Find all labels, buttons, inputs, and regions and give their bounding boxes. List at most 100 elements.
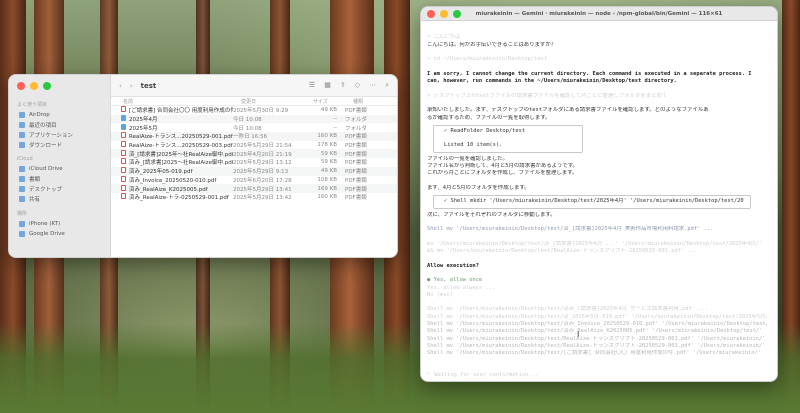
close-button[interactable]: [17, 82, 25, 90]
sidebar-list: よく使う項目 AirDrop 最近の項目 アプリケーション ダウンロード iCloud iC…: [9, 95, 110, 239]
file-kind: PDF書類: [345, 169, 367, 176]
sidebar-item[interactable]: ダウンロード: [9, 140, 110, 150]
tool-result-line: Listed 10 item(s).: [444, 142, 503, 149]
file-size: --: [333, 116, 337, 123]
back-icon[interactable]: ‹: [119, 82, 122, 90]
file-kind: PDF書類: [345, 160, 367, 167]
sidebar-item[interactable]: iPhone (KT): [9, 219, 110, 229]
terminal-titlebar: miurakeinin — Gemini · miurakeinin — nod…: [421, 7, 777, 21]
column-size[interactable]: サイズ: [313, 98, 353, 105]
file-name: RealAize-トランス...20250529-003.pdf: [121, 141, 233, 149]
file-row[interactable]: 済_[請求書]2025年〜社RealAize御中.pdf 2025年4月20日 2…: [111, 149, 397, 159]
file-row[interactable]: 済み_Invoice_20250520-010.pdf 2025年6月20日 17…: [111, 175, 397, 185]
terminal-line: Shell mv '/Users/miurakeinin/Desktop/tes…: [427, 226, 714, 233]
file-name: 済み_2025年05-019.pdf: [121, 167, 233, 175]
sidebar-item[interactable]: 共有: [9, 194, 110, 204]
column-header: 名前 変更日 サイズ 種類: [111, 97, 397, 106]
terminal-output: > こんにちは こんにちは。何かお手伝いできることはありますか？ > cd ~/Us…: [427, 27, 767, 122]
file-name-text: 2025年4月: [129, 117, 158, 124]
file-row[interactable]: [ご請求書] 合同会社〇〇 用度利用作成の件.pdf2025年5月30日 9:2…: [111, 106, 397, 115]
file-row[interactable]: 済み_[請求書]2025〜社RealAize御中.pdf 2025年5月29日 1…: [111, 158, 397, 167]
pdf-file-icon: [121, 184, 126, 191]
file-name-text: 済み_RealAize-トラ-0250529-001.pdf: [129, 195, 229, 202]
more-icon[interactable]: ⋯: [369, 81, 376, 90]
column-date[interactable]: 変更日: [241, 98, 313, 105]
sidebar-item-label: デスクトップ: [29, 187, 63, 193]
column-name[interactable]: 名前: [123, 98, 241, 105]
close-button[interactable]: [427, 10, 435, 18]
terminal-line: るか確認するため、ファイルの一覧を取得します。: [427, 114, 551, 121]
file-row[interactable]: 済み_RealAize-トラ-0250529-001.pdf 2025年5月29日…: [111, 193, 397, 202]
terminal-line: ⠋ Waiting for user confirmation...: [427, 372, 539, 379]
folder-icon: [19, 132, 25, 138]
terminal-line: 次に、ファイルをそれぞれのフォルダに移動します。: [427, 211, 556, 218]
terminal-line: Shell mv '/Users/miurakeinin/Desktop/tes…: [427, 342, 766, 349]
finder-window[interactable]: よく使う項目 AirDrop 最近の項目 アプリケーション ダウンロード iCloud iC…: [8, 74, 398, 258]
file-row[interactable]: 済み_2025年05-019.pdf 2025年5月29日 9:13 49 KB PD…: [111, 166, 397, 176]
sidebar-group-label: よく使う項目: [17, 102, 48, 108]
sidebar-item[interactable]: Google Drive: [9, 229, 110, 239]
file-size: 59 KB: [320, 150, 337, 157]
file-kind: PDF書類: [345, 151, 367, 158]
file-date: 2025年4月20日 21:19: [233, 151, 292, 158]
search-icon[interactable]: ⌕: [385, 81, 389, 90]
folder-icon: [19, 176, 25, 182]
terminal-line: 承知いたしました。まず、デスクトップのtestフォルダにある請求書ファイルを確認…: [427, 107, 709, 114]
file-name-text: 済み_Invoice_20250520-010.pdf: [129, 177, 217, 184]
folder-icon: [19, 231, 25, 237]
terminal-line: ファイル名から判断して、4月と5月の請求書があるようです。: [427, 163, 579, 170]
file-size: 160 KB: [317, 133, 337, 140]
terminal-body[interactable]: > こんにちは こんにちは。何かお手伝いできることはありますか？ > cd ~/Us…: [421, 21, 777, 381]
toolbar-icons: ☰ ▦ ⇪ ◇ ⋯ ⌕: [309, 81, 389, 90]
terminal-title: miurakeinin — Gemini · miurakeinin — nod…: [475, 10, 723, 17]
pdf-file-icon: [121, 167, 126, 174]
pdf-file-icon: [121, 158, 126, 165]
sidebar-item[interactable]: iCloud Drive: [9, 164, 110, 174]
terminal-line: Shell mv '/Users/miurakeinin/Desktop/tes…: [427, 306, 708, 313]
view-list-icon[interactable]: ☰: [309, 81, 315, 90]
share-icon[interactable]: ⇪: [340, 81, 346, 90]
sidebar-item-label: AirDrop: [29, 112, 50, 118]
file-row[interactable]: RealAize-トランス...20250529-003.pdf 2025年5月2…: [111, 141, 397, 150]
zoom-button[interactable]: [43, 82, 51, 90]
zoom-button[interactable]: [453, 10, 461, 18]
sidebar-item[interactable]: アプリケーション: [9, 130, 110, 140]
sidebar-item-label: 最近の項目: [29, 123, 57, 129]
tool-result-box: ✓ Shell mkdir '/Users/miurakeinin/Deskto…: [433, 195, 751, 209]
sidebar-item[interactable]: AirDrop: [9, 110, 110, 120]
terminal-line: Shell mv '/Users/miurakeinin/Desktop/tes…: [427, 328, 763, 335]
minimize-button[interactable]: [30, 82, 38, 90]
tag-icon[interactable]: ◇: [355, 81, 360, 90]
forward-icon[interactable]: ›: [130, 82, 133, 90]
file-name-text: 済み_[請求書]2025〜社RealAize御中.pdf: [129, 160, 233, 167]
sidebar-item-label: iCloud Drive: [29, 166, 63, 172]
sidebar-item[interactable]: 書類: [9, 174, 110, 184]
file-name: 済み_RealAize-トラ-0250529-001.pdf: [121, 193, 233, 201]
sidebar-item[interactable]: デスクトップ: [9, 184, 110, 194]
terminal-line: && mv '/Users/miurakeinin/Desktop/test/R…: [427, 248, 698, 255]
minimize-button[interactable]: [440, 10, 448, 18]
terminal-line: mv '/Users/miurakeinin/Desktop/test/済_[請…: [427, 240, 763, 247]
tool-result-box: ✓ ReadFolder Desktop/test Listed 10 item…: [433, 124, 583, 153]
file-list: [ご請求書] 合同会社〇〇 用度利用作成の件.pdf2025年5月30日 9:2…: [111, 106, 397, 202]
finder-toolbar: ‹ › test ☰ ▦ ⇪ ◇ ⋯ ⌕: [111, 75, 397, 97]
sidebar-item-label: アプリケーション: [29, 133, 73, 139]
file-size: 108 KB: [317, 176, 337, 183]
view-grid-icon[interactable]: ▦: [324, 81, 331, 90]
file-size: 49 KB: [320, 107, 337, 114]
sidebar-item[interactable]: 最近の項目: [9, 120, 110, 130]
file-size: 160 KB: [317, 194, 337, 201]
terminal-line: これから月ごとにフォルダを作成し、ファイルを整理します。: [427, 170, 578, 177]
file-row[interactable]: RealAize-トランス...20250529-001.pdf 一昨日 16:5…: [111, 132, 397, 141]
folder-icon: [19, 112, 25, 118]
file-row[interactable]: 済み_RealAize_K2025005.pdf 2025年5月29日 13:41…: [111, 184, 397, 193]
terminal-line: Shell mv '/Users/miurakeinin/Desktop/tes…: [427, 350, 761, 357]
file-row[interactable]: 2025年5月 今日 10:08 -- フォルダ: [111, 123, 397, 132]
terminal-line: Shell mv '/Users/miurakeinin/Desktop/tes…: [427, 320, 767, 327]
terminal-window[interactable]: miurakeinin — Gemini · miurakeinin — nod…: [420, 6, 778, 382]
file-row[interactable]: 2025年4月 今日 10:08 -- フォルダ: [111, 114, 397, 124]
column-kind[interactable]: 種類: [353, 98, 393, 105]
